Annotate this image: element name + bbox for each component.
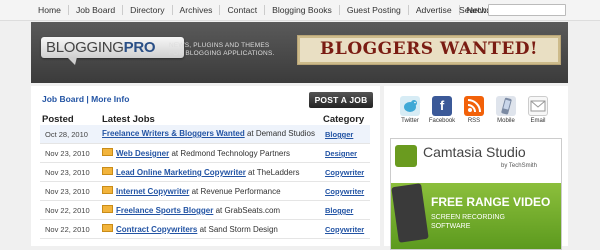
table-row: Nov 22, 2010 Contract Copywriters at San… (40, 220, 370, 239)
job-date: Nov 23, 2010 (45, 168, 90, 177)
jobs-table: Oct 28, 2010 Freelance Writers & Blogger… (40, 125, 370, 239)
ad-byline: by TechSmith (501, 163, 537, 169)
social-mobile[interactable]: Mobile (492, 96, 520, 124)
search-input[interactable] (488, 4, 566, 16)
social-label: Twitter (401, 118, 419, 124)
nav-contact[interactable]: Contact (219, 5, 264, 15)
job-category-link[interactable]: Blogger (325, 206, 353, 215)
job-company: at Revenue Performance (191, 187, 281, 196)
tagline-line-2: FOR BLOGGING APPLICATIONS. (169, 50, 275, 57)
ad-product-name: Camtasia Studio (423, 144, 526, 160)
breadcrumb-more-info[interactable]: More Info (91, 94, 129, 104)
top-nav-links: Home Job Board Directory Archives Contac… (31, 0, 505, 20)
table-row: Nov 23, 2010 Internet Copywriter at Reve… (40, 182, 370, 201)
job-date: Oct 28, 2010 (45, 130, 88, 139)
featured-icon (102, 148, 113, 156)
table-row: Nov 23, 2010 Lead Online Marketing Copyw… (40, 163, 370, 182)
site-header: BLOGGINGPRO NEWS, PLUGINS AND THEMES FOR… (31, 22, 568, 83)
breadcrumb-job-board[interactable]: Job Board (42, 94, 84, 104)
film-reel-icon (391, 183, 429, 243)
ad-top: Camtasia Studio by TechSmith (391, 139, 561, 183)
featured-icon (102, 186, 113, 194)
breadcrumb: Job Board | More Info (42, 94, 129, 104)
tagline-line-1: NEWS, PLUGINS AND THEMES (169, 42, 270, 49)
job-company: at Sand Storm Design (199, 225, 278, 234)
ad-bottom: FREE RANGE VIDEO SCREEN RECORDING SOFTWA… (391, 183, 561, 249)
ad-subtext-line-2: SOFTWARE (431, 223, 471, 230)
job-date: Nov 23, 2010 (45, 149, 90, 158)
featured-icon (102, 205, 113, 213)
tagline: NEWS, PLUGINS AND THEMES FOR BLOGGING AP… (169, 42, 275, 58)
col-latest-jobs: Latest Jobs (102, 114, 155, 125)
facebook-icon: f (432, 96, 452, 116)
social-label: Email (530, 118, 546, 124)
sidebar: Twitter f Facebook RSS Mobile Email Camt… (384, 86, 568, 250)
ad-headline: FREE RANGE VIDEO (431, 195, 551, 209)
banner-text: BLOGGERS WANTED! (320, 39, 538, 59)
social-facebook[interactable]: f Facebook (428, 96, 456, 124)
social-twitter[interactable]: Twitter (396, 96, 424, 124)
job-company: at GrabSeats.com (215, 206, 281, 215)
job-title-link[interactable]: Internet Copywriter (116, 187, 189, 196)
logo-speech-tail (67, 57, 77, 65)
twitter-icon (400, 96, 420, 116)
nav-archives[interactable]: Archives (171, 5, 220, 15)
nav-advertise[interactable]: Advertise (407, 5, 459, 15)
job-category-link[interactable]: Designer (325, 149, 357, 158)
ad-subtext-line-1: SCREEN RECORDING (431, 214, 505, 221)
post-a-job-button[interactable]: POST A JOB (309, 92, 373, 108)
bloggers-wanted-banner[interactable]: BLOGGERS WANTED! (297, 35, 561, 65)
table-row: Nov 22, 2010 Freelance Sports Blogger at… (40, 201, 370, 220)
nav-guest-posting[interactable]: Guest Posting (338, 5, 408, 15)
job-category-link[interactable]: Copywriter (325, 168, 364, 177)
featured-icon (102, 224, 113, 232)
camtasia-logo-icon (395, 145, 417, 167)
featured-icon (102, 167, 113, 175)
job-board-panel: Job Board | More Info POST A JOB Posted … (31, 86, 380, 246)
job-company: at Redmond Technology Partners (171, 149, 291, 158)
job-title-link[interactable]: Contract Copywriters (116, 225, 197, 234)
table-row: Oct 28, 2010 Freelance Writers & Blogger… (40, 125, 370, 144)
job-title-link[interactable]: Freelance Sports Blogger (116, 206, 213, 215)
table-row: Nov 23, 2010 Web Designer at Redmond Tec… (40, 144, 370, 163)
top-nav: Home Job Board Directory Archives Contac… (0, 0, 600, 21)
job-company: at TheLadders (248, 168, 300, 177)
site-logo[interactable]: BLOGGINGPRO (41, 37, 184, 65)
social-email[interactable]: Email (524, 96, 552, 124)
job-category-link[interactable]: Blogger (325, 130, 353, 139)
nav-directory[interactable]: Directory (122, 5, 171, 15)
nav-home[interactable]: Home (31, 5, 68, 15)
job-title-link[interactable]: Freelance Writers & Bloggers Wanted (102, 129, 245, 138)
job-category-link[interactable]: Copywriter (325, 225, 364, 234)
job-date: Nov 23, 2010 (45, 187, 90, 196)
logo-text-pro: PRO (123, 39, 156, 56)
camtasia-ad[interactable]: Camtasia Studio by TechSmith FREE RANGE … (390, 138, 562, 250)
social-label: Facebook (428, 118, 456, 124)
email-icon (528, 96, 548, 116)
social-label: Mobile (497, 118, 515, 124)
rss-icon (464, 96, 484, 116)
job-category-link[interactable]: Copywriter (325, 187, 364, 196)
job-title-link[interactable]: Web Designer (116, 149, 169, 158)
search-label: Search: (459, 5, 489, 15)
job-company: at Demand Studios (246, 129, 315, 138)
job-date: Nov 22, 2010 (45, 206, 90, 215)
job-title-link[interactable]: Lead Online Marketing Copywriter (116, 168, 246, 177)
mobile-icon (496, 96, 516, 116)
ad-subtext: SCREEN RECORDING SOFTWARE (431, 213, 505, 231)
social-links: Twitter f Facebook RSS Mobile Email (396, 96, 566, 124)
logo-text-blogging: BLOGGING (46, 39, 124, 56)
col-posted: Posted (42, 114, 74, 125)
col-category: Category (323, 114, 365, 125)
social-rss[interactable]: RSS (460, 96, 488, 124)
job-date: Nov 22, 2010 (45, 225, 90, 234)
nav-job-board[interactable]: Job Board (67, 5, 122, 15)
social-label: RSS (467, 118, 481, 124)
nav-blogging-books[interactable]: Blogging Books (264, 5, 339, 15)
